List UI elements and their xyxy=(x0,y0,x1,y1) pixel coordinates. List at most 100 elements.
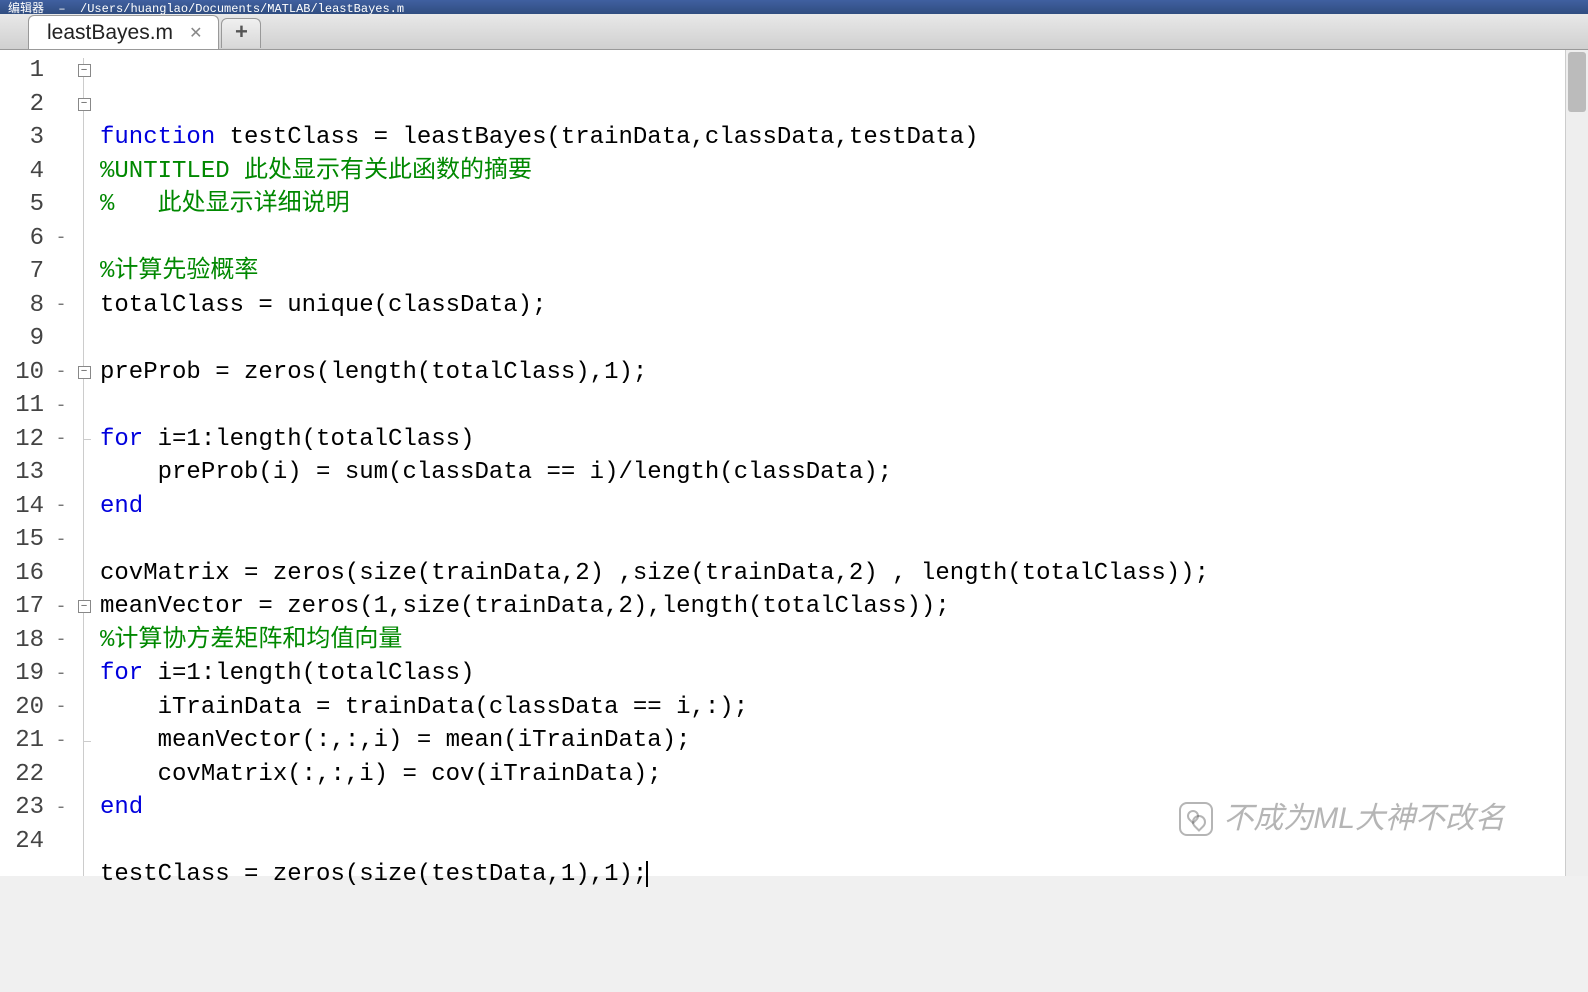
code-line[interactable]: % 此处显示详细说明 xyxy=(100,188,1565,222)
code-line[interactable]: for i=1:length(totalClass) xyxy=(100,423,1565,457)
code-line[interactable]: iTrainData = trainData(classData == i,:)… xyxy=(100,691,1565,725)
executable-line-marker[interactable] xyxy=(50,255,72,289)
executable-line-marker[interactable]: - xyxy=(50,389,72,423)
scroll-thumb[interactable] xyxy=(1568,52,1586,112)
line-number: 20 xyxy=(0,691,44,725)
text-cursor xyxy=(646,861,648,887)
line-number: 12 xyxy=(0,423,44,457)
code-line[interactable] xyxy=(100,825,1565,859)
keyword: for xyxy=(100,426,143,453)
comment: %计算协方差矩阵和均值向量 xyxy=(100,627,402,654)
close-icon[interactable]: ✕ xyxy=(189,23,202,43)
add-tab-button[interactable]: + xyxy=(221,18,261,48)
editor-label: 编辑器 xyxy=(8,2,44,15)
executable-line-marker[interactable]: - xyxy=(50,222,72,256)
line-number: 15 xyxy=(0,523,44,557)
code-line[interactable]: meanVector(:,:,i) = mean(iTrainData); xyxy=(100,724,1565,758)
executable-line-marker[interactable]: - xyxy=(50,356,72,390)
line-number: 21 xyxy=(0,724,44,758)
fold-cell[interactable] xyxy=(72,557,96,591)
executable-line-marker[interactable]: - xyxy=(50,657,72,691)
fold-collapse-icon[interactable]: − xyxy=(78,600,91,613)
code-text: meanVector(:,:,i) = mean(iTrainData); xyxy=(100,727,691,754)
executable-line-marker[interactable] xyxy=(50,322,72,356)
code-line[interactable] xyxy=(100,222,1565,256)
executable-line-marker[interactable]: - xyxy=(50,523,72,557)
code-line[interactable]: totalClass = unique(classData); xyxy=(100,289,1565,323)
fold-collapse-icon[interactable]: − xyxy=(78,98,91,111)
executable-line-marker[interactable]: - xyxy=(50,691,72,725)
executable-line-marker[interactable] xyxy=(50,121,72,155)
code-line[interactable]: %计算先验概率 xyxy=(100,255,1565,289)
code-line[interactable] xyxy=(100,322,1565,356)
fold-cell[interactable] xyxy=(72,155,96,189)
executable-line-marker[interactable] xyxy=(50,54,72,88)
executable-line-marker[interactable]: - xyxy=(50,490,72,524)
fold-collapse-icon[interactable]: − xyxy=(78,366,91,379)
executable-line-marker[interactable] xyxy=(50,155,72,189)
fold-cell[interactable] xyxy=(72,624,96,658)
executable-line-marker[interactable]: - xyxy=(50,423,72,457)
fold-cell[interactable] xyxy=(72,255,96,289)
executable-line-marker[interactable]: - xyxy=(50,791,72,825)
fold-cell[interactable] xyxy=(72,724,96,758)
file-tab-active[interactable]: leastBayes.m ✕ xyxy=(28,15,219,49)
executable-line-marker[interactable]: - xyxy=(50,289,72,323)
fold-cell[interactable] xyxy=(72,322,96,356)
executable-line-marker[interactable] xyxy=(50,557,72,591)
code-line[interactable]: %计算协方差矩阵和均值向量 xyxy=(100,624,1565,658)
fold-cell[interactable] xyxy=(72,456,96,490)
line-number: 19 xyxy=(0,657,44,691)
code-line[interactable]: preProb(i) = sum(classData == i)/length(… xyxy=(100,456,1565,490)
code-line[interactable]: end xyxy=(100,791,1565,825)
code-text: iTrainData = trainData(classData == i,:)… xyxy=(100,694,748,721)
executable-line-marker[interactable] xyxy=(50,456,72,490)
code-line[interactable] xyxy=(100,389,1565,423)
fold-cell[interactable] xyxy=(72,188,96,222)
executable-line-marker[interactable] xyxy=(50,188,72,222)
code-line[interactable]: covMatrix(:,:,i) = cov(iTrainData); xyxy=(100,758,1565,792)
executable-line-marker[interactable]: - xyxy=(50,590,72,624)
code-line[interactable]: meanVector = zeros(1,size(trainData,2),l… xyxy=(100,590,1565,624)
fold-cell[interactable] xyxy=(72,389,96,423)
fold-cell[interactable] xyxy=(72,222,96,256)
code-line[interactable]: %UNTITLED 此处显示有关此函数的摘要 xyxy=(100,155,1565,189)
code-line[interactable] xyxy=(100,892,1565,926)
fold-collapse-icon[interactable]: − xyxy=(78,64,91,77)
code-line[interactable]: function testClass = leastBayes(trainDat… xyxy=(100,121,1565,155)
code-line[interactable]: end xyxy=(100,490,1565,524)
code-line[interactable]: testClass = zeros(size(testData,1),1); xyxy=(100,858,1565,892)
fold-cell[interactable]: − xyxy=(72,590,96,624)
scrollbar[interactable] xyxy=(1566,50,1588,876)
code-line[interactable]: covMatrix = zeros(size(trainData,2) ,siz… xyxy=(100,557,1565,591)
title-bar-text: 编辑器 – /Users/huanglao/Documents/MATLAB/l… xyxy=(8,0,1580,14)
fold-cell[interactable] xyxy=(72,825,96,859)
keyword: end xyxy=(100,493,143,520)
code-line[interactable] xyxy=(100,523,1565,557)
executable-line-marker[interactable] xyxy=(50,88,72,122)
fold-cell[interactable] xyxy=(72,657,96,691)
fold-cell[interactable]: − xyxy=(72,54,96,88)
fold-cell[interactable] xyxy=(72,758,96,792)
code-line[interactable]: preProb = zeros(length(totalClass),1); xyxy=(100,356,1565,390)
fold-cell[interactable] xyxy=(72,691,96,725)
executable-line-marker[interactable] xyxy=(50,758,72,792)
line-number: 7 xyxy=(0,255,44,289)
executable-line-marker[interactable]: - xyxy=(50,724,72,758)
code-editor[interactable]: function testClass = leastBayes(trainDat… xyxy=(96,50,1566,876)
breakpoint-gutter[interactable]: ------------- xyxy=(50,50,72,876)
fold-cell[interactable]: − xyxy=(72,88,96,122)
fold-cell[interactable] xyxy=(72,523,96,557)
fold-gutter[interactable]: − − − − xyxy=(72,50,96,876)
fold-cell[interactable] xyxy=(72,423,96,457)
comment: %UNTITLED 此处显示有关此函数的摘要 xyxy=(100,158,532,185)
fold-cell[interactable] xyxy=(72,121,96,155)
fold-cell[interactable] xyxy=(72,490,96,524)
fold-cell[interactable] xyxy=(72,289,96,323)
executable-line-marker[interactable]: - xyxy=(50,624,72,658)
fold-cell[interactable]: − xyxy=(72,356,96,390)
executable-line-marker[interactable] xyxy=(50,825,72,859)
code-text: covMatrix = zeros(size(trainData,2) ,siz… xyxy=(100,560,1209,587)
code-line[interactable]: for i=1:length(totalClass) xyxy=(100,657,1565,691)
fold-cell[interactable] xyxy=(72,791,96,825)
